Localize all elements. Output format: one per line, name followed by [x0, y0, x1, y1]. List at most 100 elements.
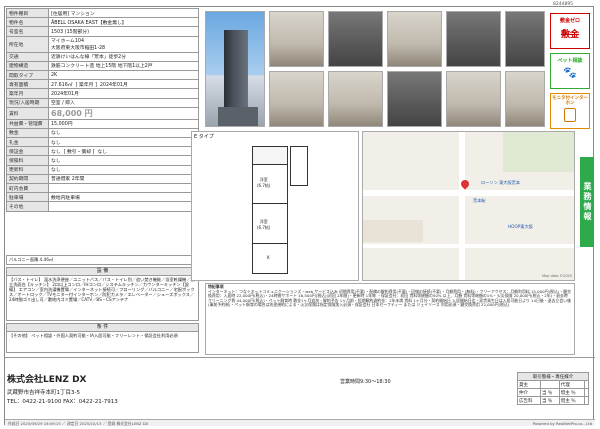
info-row: 敷金 なし [6, 127, 199, 139]
info-row: 保証金 なし [ 敷引・償却 ] なし [6, 146, 199, 157]
info-value: 普通借家 2年間 [48, 173, 199, 185]
info-key: 建物構造 [6, 60, 49, 71]
room-photo-4[interactable] [446, 11, 501, 67]
room-photo-3[interactable] [387, 11, 442, 67]
info-value: 15,000円 [48, 118, 199, 129]
property-flyer: 物件種目 [住居用] マンション 物件名 ÄBELL OSAKA EAST【敷金無し】… [4, 2, 595, 426]
info-row: 所在地 マイホーム104 大阪府東大阪市稲田1-28 [6, 35, 199, 53]
info-row: 共益費・管理費 15,000円 [6, 118, 199, 129]
info-key: 現況/入居時期 [6, 97, 49, 108]
company-address: 武蔵野市吉祥寺本町1丁目3-5 [7, 390, 80, 396]
room-photo-9[interactable] [505, 11, 545, 67]
map-label-hoop: HOOP東大阪 [508, 224, 533, 229]
page-footer: 作成日 2025/09/29 16:09:15 ／ 改定日 2025/10/13… [5, 419, 595, 426]
special-notes: 特記事項 インターネット：つなぐネットコミュニケーションズ・web サービス込み… [205, 283, 575, 355]
no-deposit-icon: 敷金 [560, 30, 579, 40]
terms-cell [583, 380, 590, 389]
info-value: 鉄筋コンクリート造 地上15階 地下階1以上2戸 [48, 60, 199, 71]
location-map[interactable]: 荒本駅 ローソン 東大阪荒本 HOOP東大阪 Map data ©2025 [362, 131, 575, 281]
info-key: 築年月 [6, 88, 49, 99]
info-row: 物件種目 [住居用] マンション [6, 7, 199, 19]
footer-right: Powered by RealNetPro.co., Ltd [532, 421, 592, 426]
terms-cell [583, 388, 590, 397]
info-value: なし [48, 137, 199, 148]
info-row: その他 [6, 201, 199, 212]
info-row: 駐車場 敷地内駐車場 [6, 192, 199, 203]
floorplan-type-label: E タイプ [194, 134, 214, 140]
info-value: なし [48, 127, 199, 139]
info-key: 礼金 [6, 137, 49, 148]
info-row: 町内会費 [6, 182, 199, 194]
info-value: なし [48, 164, 199, 175]
info-key: 敷金 [6, 127, 49, 139]
floor-plan[interactable]: E タイプ 洋室 (6.7帖) 洋室 (6.7帖) K [191, 131, 359, 281]
room-photo-1[interactable] [269, 11, 324, 67]
info-key: 保証金 [6, 146, 49, 157]
room-photo-5[interactable] [269, 71, 324, 127]
info-row: 現況/入居時期 空室 / 即入 [6, 97, 199, 108]
info-value: 1503 (15階部分) [48, 26, 199, 37]
info-value: 敷地内駐車場 [48, 192, 199, 203]
info-value: なし [48, 155, 199, 166]
info-value: 68,000 円 [48, 106, 199, 120]
room-photo-10[interactable] [505, 71, 545, 127]
info-value: 空室 / 即入 [48, 97, 199, 108]
building-exterior-photo[interactable] [205, 11, 265, 127]
property-info-table: 物件種目 [住居用] マンション 物件名 ÄBELL OSAKA EAST【敷金無し】… [6, 7, 199, 212]
terms-cell: 当 ％ [540, 388, 560, 397]
info-key: 号室名 [6, 26, 49, 37]
badge-no-deposit: 敷金ゼロ 敷金 [550, 13, 590, 49]
info-row: 礼金 なし [6, 137, 199, 148]
room-photo-8[interactable] [446, 71, 501, 127]
company-name: 株式会社LENZ DX [7, 375, 87, 385]
map-label-station: 荒本駅 [473, 198, 486, 203]
info-value: 2024年01月 [48, 88, 199, 99]
info-key: 更新料 [6, 164, 49, 175]
info-row: 更新料 なし [6, 164, 199, 175]
info-value: 2K [48, 69, 199, 81]
info-key: 保険料 [6, 155, 49, 166]
info-row: 保険料 なし [6, 155, 199, 166]
info-key: 賃料 [6, 106, 49, 120]
info-key: 物件種目 [6, 7, 49, 19]
terms-cell: 貸主 [517, 380, 541, 389]
info-key: その他 [6, 201, 49, 212]
info-value: ÄBELL OSAKA EAST【敷金無し】 [48, 17, 199, 28]
notes-body: インターネット：つなぐネットコミュニケーションズ・web サービス込み 初期費用… [208, 288, 571, 308]
info-key: 共益費・管理費 [6, 118, 49, 129]
room-photo-6[interactable] [328, 71, 383, 127]
room-photo-7[interactable] [387, 71, 442, 127]
info-row: 専有面積 27.616㎡ [ 築年月 ] 2024年01月 [6, 79, 199, 90]
info-row: 交通 近鉄けいはんな線「荒本」徒歩2分 [6, 51, 199, 62]
balcony-area: バルコニー面積 4.46㎡ [6, 255, 199, 265]
badge-intercom: モニタ付インターホン [550, 93, 590, 129]
terms-row: 仲介当 ％借主 ％ [517, 388, 590, 397]
info-row: 築年月 2024年01月 [6, 88, 199, 99]
info-value: マイホーム104 大阪府東大阪市稲田1-28 [48, 35, 199, 53]
terms-cell: 仲介 [517, 388, 541, 397]
terms-cell [583, 396, 590, 405]
floorplan-balcony [253, 147, 287, 165]
transaction-terms-table: 取引態様・専任媒介 貸主 代理 仲介当 ％借主 ％広告料当 ％借主 ％ [517, 372, 590, 405]
info-row: 間取タイプ 2K [6, 69, 199, 81]
terms-cell: 広告料 [517, 396, 541, 405]
terms-row: 広告料当 ％借主 ％ [517, 396, 590, 405]
info-value: 27.616㎡ [ 築年月 ] 2024年01月 [48, 79, 199, 90]
company-footer: 株式会社LENZ DX 武蔵野市吉祥寺本町1丁目3-5 TEL：0422-21-… [5, 357, 595, 426]
floorplan-outline: 洋室 (6.7帖) 洋室 (6.7帖) K [252, 146, 288, 274]
floorplan-room2: 洋室 (6.7帖) [257, 219, 271, 230]
info-key: 間取タイプ [6, 69, 49, 81]
room-photo-2[interactable] [328, 11, 383, 67]
info-value: [住居用] マンション [48, 7, 199, 19]
terms-cell: 借主 ％ [558, 388, 585, 397]
paw-icon: 🐾 [563, 66, 577, 79]
conditions-text: 【その他】 ペット相談・外国人契約可能・IA入居可能・フリーレント・保証会社利用… [6, 331, 199, 353]
info-key: 町内会費 [6, 182, 49, 194]
info-value: なし [ 敷引・償却 ] なし [48, 146, 199, 157]
info-key: 物件名 [6, 17, 49, 28]
info-key: 専有面積 [6, 79, 49, 90]
floorplan-room1: 洋室 (6.7帖) [257, 177, 271, 188]
info-row: 契約期間 普通借家 2年間 [6, 173, 199, 185]
floorplan-kitchen: K [267, 255, 270, 260]
terms-cell: 代理 [558, 380, 585, 389]
